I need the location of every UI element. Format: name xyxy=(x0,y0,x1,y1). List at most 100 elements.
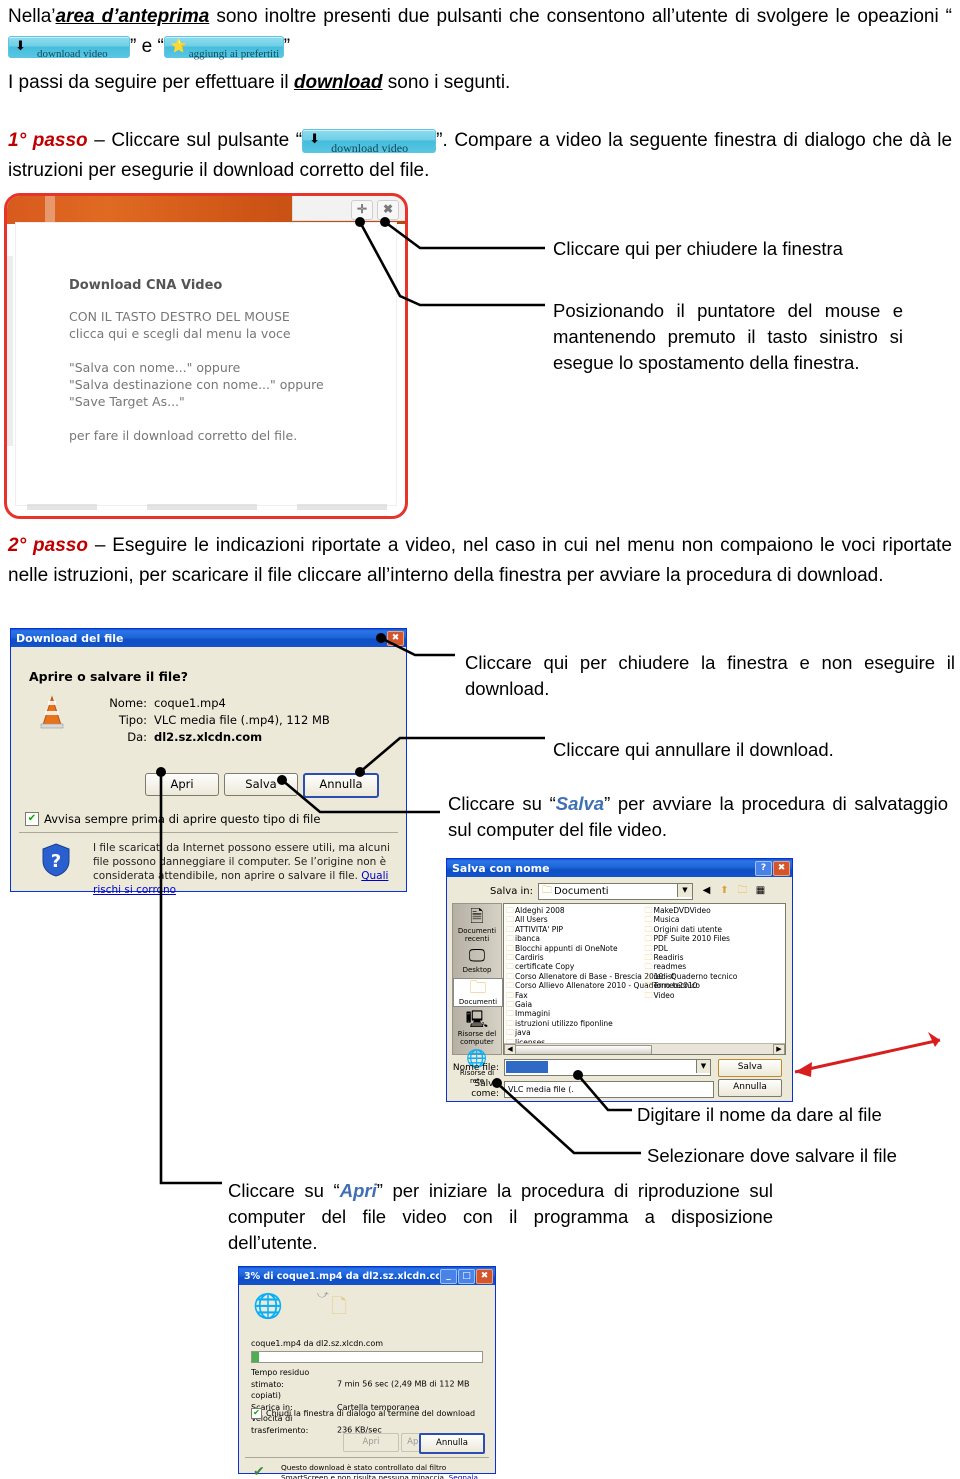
download-video-button-label: download video xyxy=(37,47,108,60)
place-my-computer[interactable]: 🖳 Risorse del computer xyxy=(453,1011,501,1047)
dialog-titlebar: Download del file ✖ xyxy=(11,629,406,647)
list-item[interactable]: 🗀readmes xyxy=(645,962,784,971)
stat-row: Tempo residuo stimato: 7 min 56 sec (2,49… xyxy=(251,1367,495,1402)
list-item[interactable]: 🗀Origini dati utente xyxy=(645,925,784,934)
open-button[interactable]: Apri xyxy=(145,773,219,796)
up-folder-icon[interactable]: ⬆ xyxy=(717,884,732,898)
saveas-cancel-button[interactable]: Annulla xyxy=(718,1079,782,1097)
checkbox[interactable]: ✔ xyxy=(25,812,39,826)
new-folder-icon[interactable]: 🗀 xyxy=(735,884,750,898)
folder-icon: 🗀 xyxy=(506,981,514,991)
always-warn-checkbox-row[interactable]: ✔ Avvisa sempre prima di aprire questo t… xyxy=(25,812,320,826)
save-as-type-row: Salva come: VLC media file (. Annulla xyxy=(447,1079,792,1099)
save-in-combobox[interactable]: 🗀 Documenti ▼ xyxy=(538,882,693,900)
saveas-save-button[interactable]: Salva xyxy=(718,1059,782,1077)
move-window-icon[interactable]: ✛ xyxy=(351,200,373,220)
scroll-thumb[interactable] xyxy=(515,1045,652,1054)
callout-cancel-download: Cliccare qui annullare il download. xyxy=(553,739,834,760)
place-desktop[interactable]: 🖵 Desktop xyxy=(453,947,501,975)
transfer-arrows-icon: ⤻ xyxy=(317,1289,329,1301)
add-favourites-button[interactable]: ⭐ aggiungi ai prefertiti xyxy=(163,35,284,60)
document-icon: 🗋 xyxy=(331,1296,348,1318)
minimize-icon[interactable]: _ xyxy=(440,1269,457,1284)
file-label: Gaia xyxy=(515,1000,533,1010)
file-label: istruzioni utilizzo fiponline xyxy=(515,1018,613,1028)
file-label: ATTIVITA' PIP xyxy=(515,924,563,934)
file-label: Aldeghi 2008 xyxy=(515,906,565,915)
list-item[interactable]: 🗀Musica xyxy=(645,915,784,924)
svg-text:?: ? xyxy=(51,851,61,872)
checkbox-label: Avvisa sempre prima di aprire questo tip… xyxy=(44,812,321,826)
views-icon[interactable]: ▦ xyxy=(753,884,768,898)
list-item[interactable]: 🗀Readiris xyxy=(645,953,784,962)
checkbox-label: Chiudi la finestra di dialogo al termine… xyxy=(266,1409,476,1418)
list-item[interactable]: 🗀Torneo2010 xyxy=(645,981,784,990)
list-item[interactable]: 🗀certificate Copy xyxy=(506,962,645,971)
list-item[interactable]: 🗀Aldeghi 2008 xyxy=(506,906,645,915)
save-button[interactable]: Salva xyxy=(224,773,298,796)
list-item[interactable]: 🗀Corso Allievo Allenatore 2010 - Quadern… xyxy=(506,981,700,991)
close-icon[interactable]: ✖ xyxy=(476,1269,493,1284)
maximize-icon[interactable]: □ xyxy=(458,1269,475,1284)
download-video-button-inline-1[interactable]: ⬇ download video xyxy=(8,35,130,60)
place-label: Documenti recenti xyxy=(457,927,497,943)
list-item[interactable]: 🗀Blocchi appunti di OneNote xyxy=(506,944,645,953)
scroll-right-icon[interactable]: ▶ xyxy=(773,1044,785,1054)
file-name-input[interactable]: ▼ xyxy=(504,1059,711,1076)
download-video-button-label-2: download video xyxy=(331,140,409,155)
help-icon[interactable]: ? xyxy=(755,861,772,876)
place-recent-documents[interactable]: 🗎 Documenti recenti xyxy=(453,908,501,944)
list-item[interactable]: 🗀Fax xyxy=(506,991,645,1000)
list-item[interactable]: 🗀Immagini xyxy=(506,1009,645,1018)
cancel-button[interactable]: Annulla xyxy=(303,773,379,798)
progress-open-button[interactable]: Apri xyxy=(343,1433,399,1452)
field-row: Nome: coque1.mp4 xyxy=(105,695,330,712)
close-icon[interactable]: ✖ xyxy=(387,631,404,646)
close-on-complete-checkbox-row[interactable]: ✔ Chiudi la finestra di dialogo al termi… xyxy=(251,1408,475,1419)
saveas-toolbar: ◀ ⬆ 🗀 ▦ xyxy=(699,884,768,898)
file-list[interactable]: 🗀Aldeghi 2008 🗀All Users 🗀ATTIVITA' PIP … xyxy=(503,903,786,1055)
globe-icon: 🌐 xyxy=(253,1293,283,1320)
field-value: dl2.sz.xlcdn.com xyxy=(154,730,263,744)
list-item[interactable]: 🗀All Users xyxy=(506,915,645,924)
callout-open-word: Apri xyxy=(339,1180,377,1201)
file-label: PDF Suite 2010 Files xyxy=(653,934,730,944)
close-window-icon[interactable]: ✖ xyxy=(377,200,399,220)
step1-a: – Cliccare sul pulsante “ xyxy=(87,130,303,151)
list-item[interactable]: 🗀MakeDVDVideo xyxy=(645,906,784,915)
place-documents[interactable]: 🗀 Documenti xyxy=(453,978,503,1007)
list-item[interactable]: 🗀Corso Allenatore di Base - Brescia 2010… xyxy=(506,972,737,981)
download-video-button-inline-2[interactable]: ⬇ download video xyxy=(302,128,437,155)
folder-icon: 🗀 xyxy=(644,990,653,1000)
back-icon[interactable]: ◀ xyxy=(699,884,714,898)
step1-label: 1° passo xyxy=(8,130,88,151)
list-item[interactable]: 🗀PDF Suite 2010 Files xyxy=(645,934,784,943)
list-item[interactable]: 🗀Cardiris xyxy=(506,953,645,962)
list-item[interactable]: 🗀istruzioni utilizzo fiponline xyxy=(506,1019,645,1028)
close-icon[interactable]: ✖ xyxy=(773,861,790,876)
folder-icon: 🗀 xyxy=(506,962,514,972)
field-key: Da: xyxy=(127,730,147,744)
progress-cancel-button[interactable]: Annulla xyxy=(419,1433,485,1454)
list-item[interactable]: 🗀java xyxy=(506,1028,645,1037)
paragraph-step1: 1° passo – Cliccare sul pulsante “ ⬇ downl… xyxy=(8,126,952,186)
dialog-question: Aprire o salvare il file? xyxy=(29,669,188,684)
smartscreen-check-icon: ✔ xyxy=(253,1463,265,1479)
list-item[interactable]: 🗀Gaia xyxy=(506,1000,645,1009)
chevron-down-icon[interactable]: ▼ xyxy=(677,883,692,897)
save-as-combobox[interactable]: VLC media file (. xyxy=(504,1080,714,1098)
list-item[interactable]: 🗀Video xyxy=(645,991,784,1000)
divider xyxy=(19,832,398,833)
field-row: Tipo: VLC media file (.mp4), 112 MB xyxy=(105,712,330,729)
list-item[interactable]: 🗀PDL xyxy=(645,944,784,953)
horizontal-scrollbar[interactable]: ◀ ▶ xyxy=(504,1043,785,1054)
folder-icon: 🗀 xyxy=(644,924,653,934)
callout-type-name: Digitare il nome da dare al file xyxy=(637,1104,882,1125)
list-item[interactable]: 🗀ATTIVITA' PIP xyxy=(506,925,645,934)
list-item[interactable]: 🗀ibanca xyxy=(506,934,645,943)
folder-icon: 🗀 xyxy=(506,924,514,934)
chevron-down-icon[interactable]: ▼ xyxy=(696,1060,710,1073)
checkbox[interactable]: ✔ xyxy=(251,1408,262,1419)
list-item[interactable]: 🗀redist xyxy=(645,972,784,981)
overlay-body: CON IL TASTO DESTRO DEL MOUSE clicca qui… xyxy=(69,309,324,443)
